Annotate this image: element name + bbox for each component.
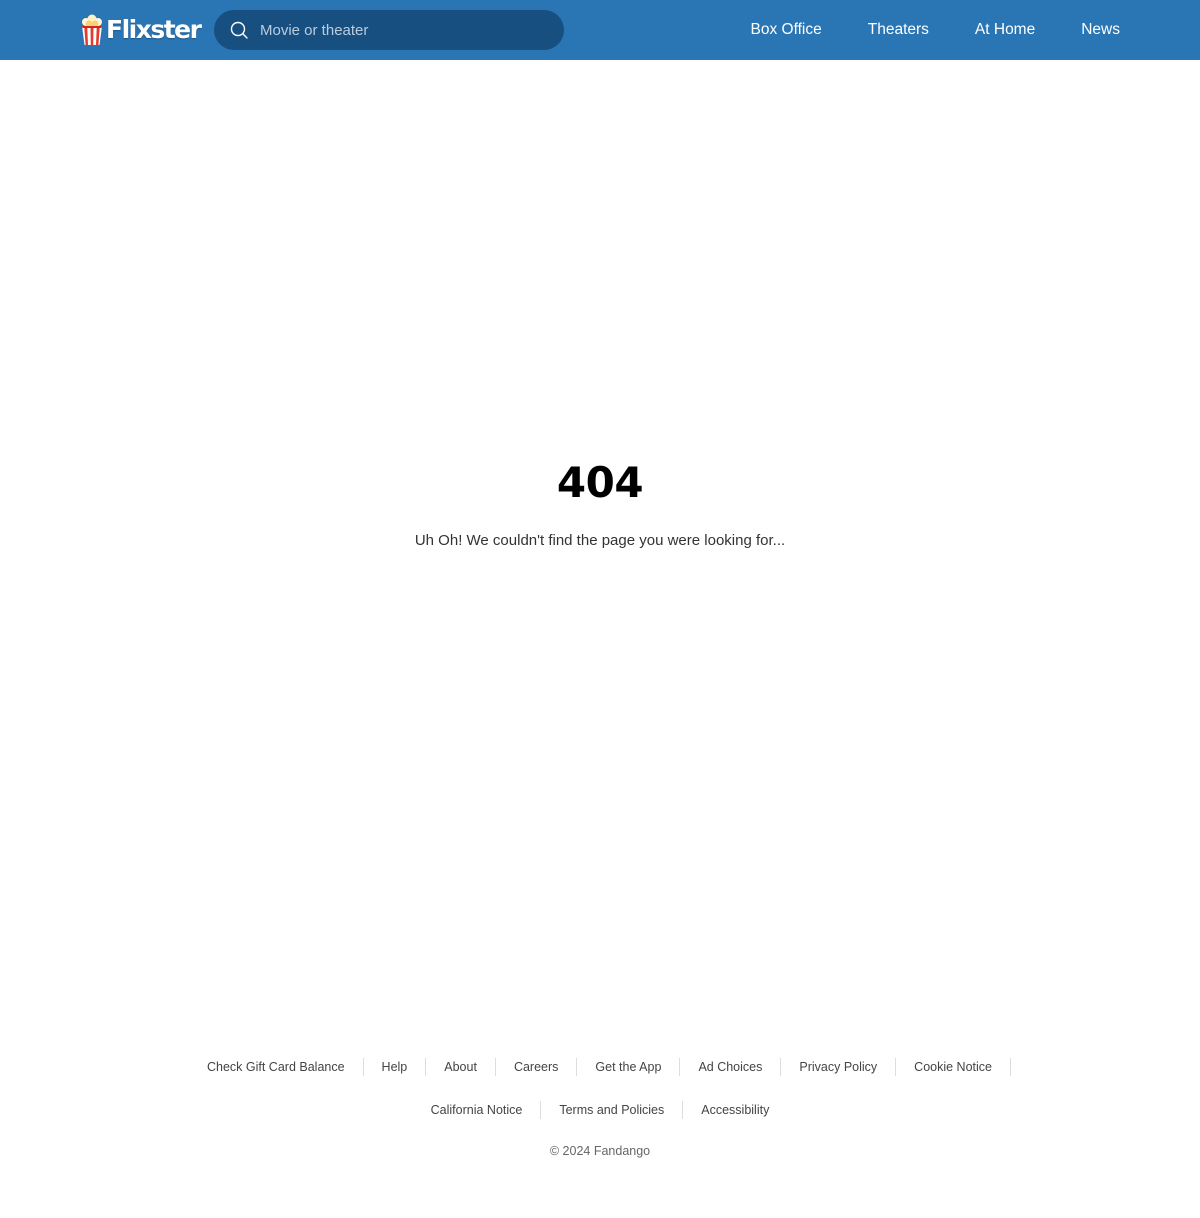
search-bar[interactable]: [214, 10, 564, 50]
footer-link-get-app[interactable]: Get the App: [577, 1058, 681, 1076]
footer-link-about[interactable]: About: [426, 1058, 496, 1076]
nav-theaters[interactable]: Theaters: [868, 21, 929, 39]
flixster-logo[interactable]: Flixster: [80, 12, 202, 48]
footer-link-ad-choices[interactable]: Ad Choices: [680, 1058, 782, 1076]
footer-link-accessibility[interactable]: Accessibility: [683, 1101, 787, 1119]
footer-link-gift-card[interactable]: Check Gift Card Balance: [189, 1058, 364, 1076]
copyright: © 2024 Fandango: [549, 1144, 651, 1158]
error-code: 404: [556, 458, 644, 507]
footer-link-careers[interactable]: Careers: [496, 1058, 578, 1076]
search-input[interactable]: [260, 10, 550, 50]
error-message: Uh Oh! We couldn't find the page you wer…: [414, 532, 786, 549]
footer-link-cookie[interactable]: Cookie Notice: [896, 1058, 1011, 1076]
footer-link-california[interactable]: California Notice: [413, 1101, 542, 1119]
footer-links-row-2: California Notice Terms and Policies Acc…: [0, 1101, 1200, 1119]
nav-news[interactable]: News: [1081, 21, 1120, 39]
search-icon[interactable]: [230, 21, 248, 39]
popcorn-icon: [82, 14, 102, 45]
logo-text: Flixster: [106, 15, 202, 44]
footer-links-row-1: Check Gift Card Balance Help About Caree…: [0, 1058, 1200, 1076]
footer-link-help[interactable]: Help: [364, 1058, 427, 1076]
footer-link-privacy[interactable]: Privacy Policy: [781, 1058, 897, 1076]
nav-box-office[interactable]: Box Office: [751, 21, 822, 39]
site-header: Flixster Box Office Theaters At Home New…: [0, 0, 1200, 60]
nav-at-home[interactable]: At Home: [975, 21, 1035, 39]
main-nav: Box Office Theaters At Home News: [751, 0, 1120, 60]
footer-link-terms[interactable]: Terms and Policies: [541, 1101, 684, 1119]
